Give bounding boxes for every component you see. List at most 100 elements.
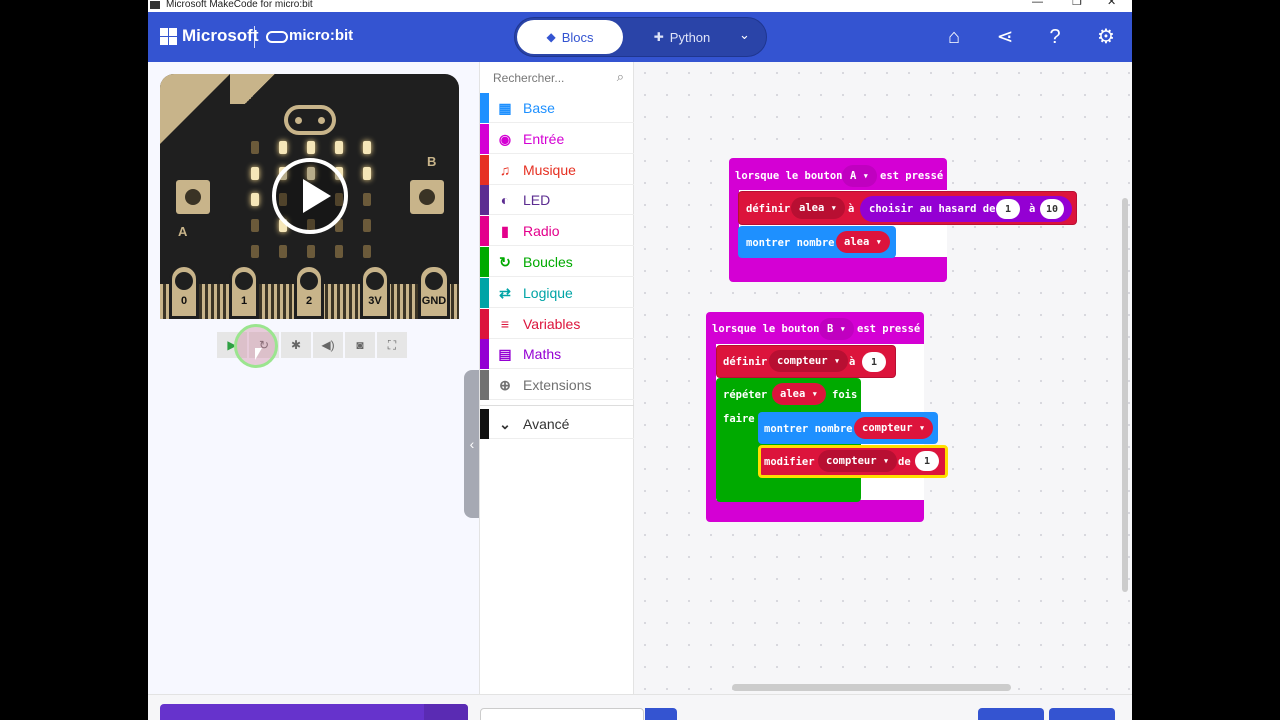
repeat-label: répéter	[723, 389, 768, 401]
button-a-dropdown[interactable]: A ▾	[842, 165, 877, 187]
event-a-suffix: est pressé	[880, 170, 944, 182]
save-icon[interactable]	[645, 708, 677, 720]
category-musique[interactable]: ♫ Musique	[480, 154, 634, 185]
search-icon[interactable]: ⌕	[617, 69, 624, 85]
sound-icon[interactable]: ◀)	[313, 332, 343, 358]
fullscreen-icon[interactable]: ⛶	[377, 332, 407, 358]
project-name-input[interactable]	[480, 708, 644, 720]
maximize-button[interactable]: ❐	[1072, 0, 1082, 8]
tab-python[interactable]: ✚ Python	[627, 20, 737, 54]
category-label: Radio	[523, 223, 560, 240]
vertical-scrollbar[interactable]	[1122, 198, 1128, 592]
change-amount-input[interactable]: 1	[915, 451, 939, 471]
category-label: LED	[523, 192, 551, 209]
category-color-bar	[480, 370, 489, 401]
collapse-simulator-button[interactable]: ‹	[464, 370, 480, 518]
toolbox-search[interactable]: Rechercher... ⌕	[480, 62, 634, 93]
close-button[interactable]: ✕	[1107, 0, 1116, 8]
compteur-variable-dropdown[interactable]: compteur ▾	[769, 350, 849, 372]
category-entre[interactable]: ◉ Entrée	[480, 123, 634, 154]
blocks-workspace[interactable]: lorsque le bouton A ▾ est pressé définir…	[634, 62, 1132, 694]
category-label: Maths	[523, 346, 562, 363]
led-4-2	[307, 245, 315, 258]
category-label: Base	[523, 100, 555, 116]
category-boucles[interactable]: ↻ Boucles	[480, 247, 634, 277]
category-extensions[interactable]: ⊕ Extensions	[480, 370, 634, 401]
horizontal-scrollbar[interactable]	[732, 684, 1011, 691]
category-variables[interactable]: ≡ Variables	[480, 308, 634, 339]
plus-circle-icon: ⊕	[499, 377, 511, 394]
button-b-dropdown[interactable]: B ▾	[819, 318, 854, 340]
tab-blocks[interactable]: ◆ Blocs	[517, 20, 623, 54]
python-icon: ✚	[653, 30, 664, 44]
led-4-4	[363, 245, 371, 258]
category-color-bar	[480, 339, 489, 370]
toggle-icon: ◐	[500, 192, 510, 209]
calculator-icon: ▤	[498, 346, 512, 363]
mouse-cursor-icon	[255, 348, 262, 360]
change-by-label: de	[898, 456, 911, 468]
change-variable-dropdown[interactable]: compteur ▾	[818, 450, 898, 472]
play-simulator-button[interactable]	[272, 158, 348, 234]
grid-icon: ▦	[498, 100, 512, 116]
compteur-initial-input[interactable]: 1	[862, 352, 886, 372]
pin-2[interactable]: 2	[294, 264, 324, 319]
button-a-label: A	[178, 224, 188, 239]
microbit-logo-icon	[266, 31, 288, 43]
led-2-4	[363, 193, 371, 206]
category-led[interactable]: ◐ LED	[480, 185, 634, 216]
category-logique[interactable]: ⇄ Logique	[480, 277, 634, 308]
button-b-label: B	[427, 154, 437, 169]
alea-variable-dropdown[interactable]: alea ▾	[791, 197, 845, 219]
pin-3v[interactable]: 3V	[360, 264, 390, 319]
button-a[interactable]	[176, 180, 210, 214]
advanced-divider	[480, 405, 634, 406]
brand-label[interactable]: Microsoft	[182, 26, 259, 46]
pin-1[interactable]: 1	[229, 264, 259, 319]
microsoft-logo-icon	[160, 28, 177, 45]
led-0-0	[251, 141, 259, 154]
chevron-down-icon: ⌄	[499, 416, 511, 432]
pin-gnd[interactable]: GND	[418, 264, 450, 319]
alea-value-dropdown[interactable]: alea ▾	[836, 231, 890, 253]
category-color-bar	[480, 185, 489, 216]
download-button[interactable]	[160, 704, 468, 720]
app-window: Microsoft MakeCode for micro:bit — ❐ ✕ M…	[148, 0, 1132, 720]
category-radio[interactable]: ▮ Radio	[480, 216, 634, 247]
category-advanced[interactable]: ⌄ Avancé	[480, 409, 634, 439]
undo-redo-group[interactable]	[978, 708, 1044, 720]
repeat-count-dropdown[interactable]: alea ▾	[772, 383, 826, 405]
chevron-down-icon[interactable]: ⌄	[739, 27, 750, 43]
settings-icon[interactable]: ⚙	[1094, 24, 1118, 50]
product-label[interactable]: micro:bit	[289, 27, 353, 44]
loop-icon: ↻	[499, 254, 511, 270]
debug-icon[interactable]: ✱	[281, 332, 311, 358]
minimize-button[interactable]: —	[1032, 0, 1043, 8]
set-compteur-label: définir	[723, 356, 768, 368]
led-0-3	[335, 141, 343, 154]
board-edge-notch	[230, 74, 290, 104]
share-icon[interactable]: ⋖	[993, 24, 1017, 50]
led-1-4	[363, 167, 371, 180]
category-advanced-bar	[480, 409, 489, 439]
random-from-input[interactable]: 1	[996, 199, 1020, 219]
category-color-bar	[480, 308, 489, 339]
random-to-input[interactable]: 10	[1040, 199, 1065, 219]
compteur-value-dropdown[interactable]: compteur ▾	[854, 417, 934, 439]
zoom-group[interactable]	[1049, 708, 1115, 720]
headphones-icon: ♫	[499, 161, 511, 178]
search-input[interactable]: Rechercher...	[493, 71, 564, 85]
category-base[interactable]: ▦ Base	[480, 93, 634, 123]
home-icon[interactable]: ⌂	[942, 24, 966, 50]
pin-0[interactable]: 0	[169, 264, 199, 319]
repeat-suffix: fois	[832, 389, 858, 401]
category-label: Variables	[523, 315, 581, 332]
screenshot-icon[interactable]: ◙	[345, 332, 375, 358]
help-icon[interactable]: ?	[1043, 24, 1067, 50]
list-icon: ≡	[500, 315, 510, 332]
category-advanced-label: Avancé	[523, 416, 570, 432]
tab-python-label: Python	[669, 29, 711, 45]
button-b[interactable]	[410, 180, 444, 214]
category-label: Musique	[523, 161, 576, 178]
category-maths[interactable]: ▤ Maths	[480, 339, 634, 370]
